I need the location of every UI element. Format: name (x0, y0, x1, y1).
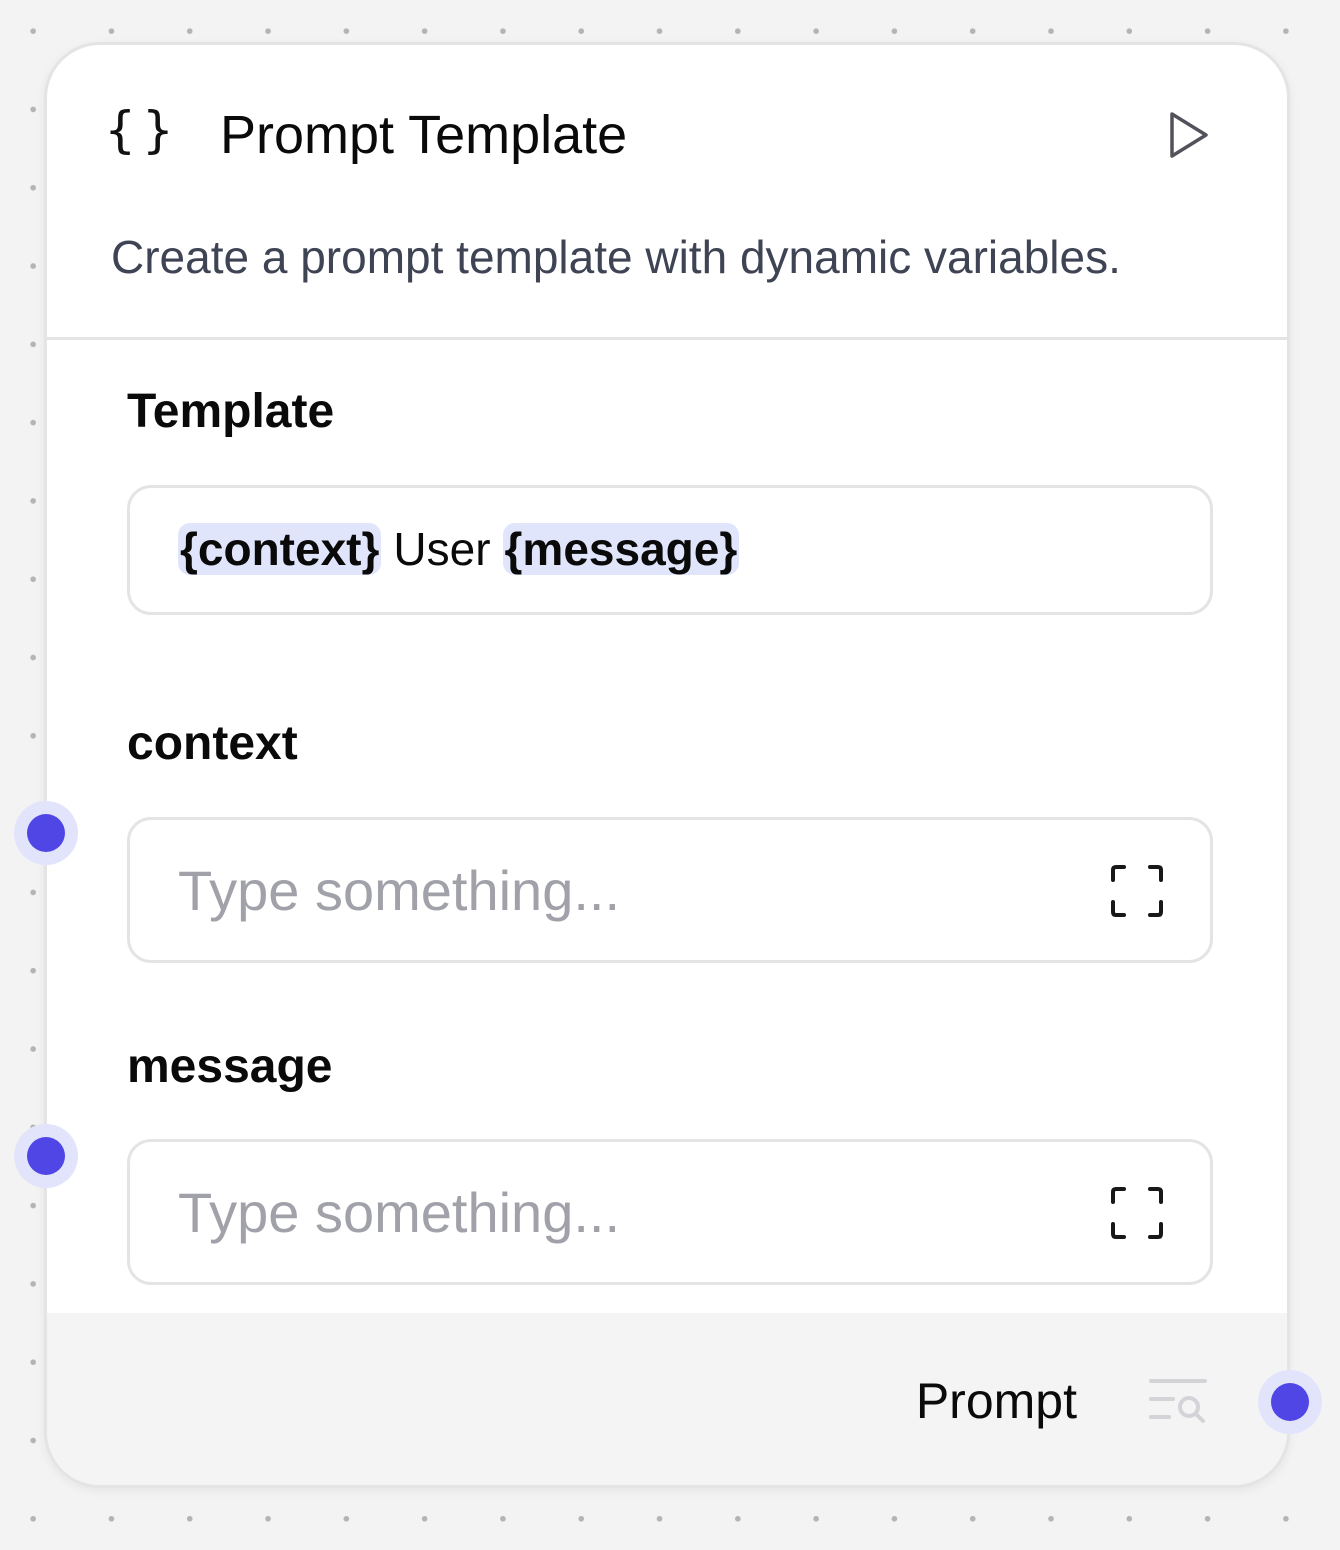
node-title: Prompt Template (220, 105, 628, 165)
curly-braces-icon: {} (104, 101, 180, 159)
node-header: {} Prompt Template Create a prompt templ… (47, 45, 1287, 340)
template-field[interactable]: {context} User {message} (127, 485, 1213, 615)
message-label: message (127, 1040, 333, 1093)
expand-icon[interactable] (1110, 864, 1164, 918)
run-button[interactable] (1157, 103, 1221, 167)
context-input-handle[interactable] (14, 801, 78, 865)
variable-chip: {message} (502, 523, 740, 575)
inspect-output-icon[interactable] (1147, 1377, 1209, 1425)
node-description: Create a prompt template with dynamic va… (111, 231, 1121, 283)
template-label: Template (127, 385, 335, 438)
message-field (127, 1139, 1213, 1285)
output-label: Prompt (915, 1373, 1077, 1429)
template-value: {context} User {message} (178, 520, 740, 578)
template-text: User (393, 523, 491, 575)
prompt-output-handle[interactable] (1258, 1370, 1322, 1434)
prompt-template-node[interactable]: {} Prompt Template Create a prompt templ… (44, 42, 1290, 1488)
expand-icon[interactable] (1110, 1186, 1164, 1240)
variable-chip: {context} (178, 523, 382, 575)
context-input[interactable] (178, 820, 1058, 960)
message-input-handle[interactable] (14, 1124, 78, 1188)
context-field (127, 817, 1213, 963)
node-footer: Prompt (47, 1313, 1287, 1485)
play-icon (1170, 112, 1208, 158)
message-input[interactable] (178, 1142, 1058, 1282)
context-label: context (127, 717, 298, 770)
